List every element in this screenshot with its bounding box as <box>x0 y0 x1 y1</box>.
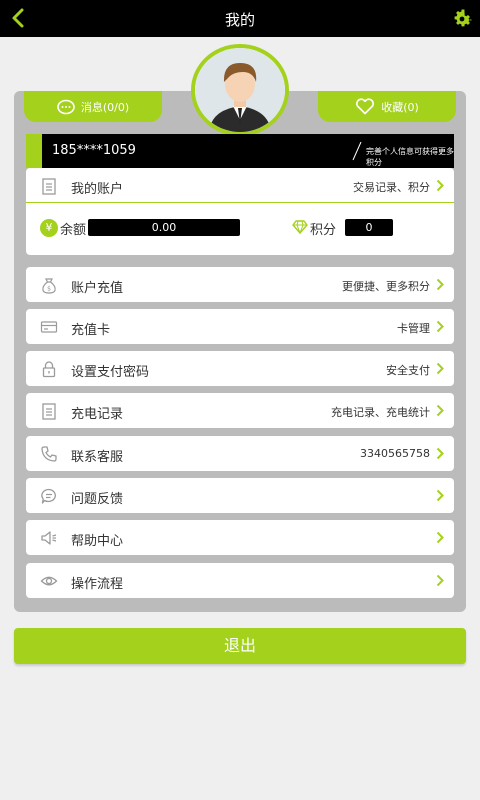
my-account-label: 我的账户 <box>71 182 124 197</box>
chat-icon <box>41 488 56 504</box>
menu-label: 充值卡 <box>71 323 111 338</box>
gear-icon[interactable] <box>450 6 474 30</box>
menu-label: 操作流程 <box>71 577 124 592</box>
money-bag-icon: $ <box>42 278 56 294</box>
menu-item-charge-records[interactable]: 充电记录 充电记录、充电统计 <box>26 393 454 428</box>
menu-label: 设置支付密码 <box>71 365 150 380</box>
account-card: 我的账户 交易记录、积分 ¥ 余额 0.00 积分 0 <box>26 168 454 255</box>
avatar[interactable] <box>191 44 289 136</box>
heart-icon <box>356 98 375 115</box>
menu-right-text: 卡管理 <box>397 322 430 335</box>
clipboard-icon <box>42 403 56 420</box>
chevron-right-icon <box>436 404 444 417</box>
chevron-right-icon <box>436 278 444 291</box>
menu-item-operation-process[interactable]: 操作流程 <box>26 563 454 598</box>
user-phone: 185****1059 <box>52 143 136 158</box>
points-label: 积分 <box>310 223 337 238</box>
chevron-right-icon <box>436 362 444 375</box>
menu-right-text: 3340565758 <box>360 447 430 460</box>
yen-icon: ¥ <box>40 219 58 237</box>
page-title: 我的 <box>224 11 255 29</box>
menu-item-customer-service[interactable]: 联系客服 3340565758 <box>26 436 454 471</box>
messages-label: 消息(0/0) <box>80 100 130 114</box>
menu-right-text: 安全支付 <box>386 364 430 377</box>
phone-icon <box>41 446 57 462</box>
diamond-icon <box>292 220 308 234</box>
lock-icon <box>42 361 56 378</box>
menu-label: 帮助中心 <box>71 534 124 549</box>
speaker-icon <box>41 531 57 545</box>
menu-item-recharge-card[interactable]: 充值卡 卡管理 <box>26 309 454 344</box>
clipboard-icon <box>42 178 56 195</box>
favorites-button[interactable]: 收藏(0) <box>318 91 456 122</box>
menu-item-recharge[interactable]: $ 账户充值 更便捷、更多积分 <box>26 267 454 302</box>
profile-hint: 完善个人信息可获得更多积分 <box>366 147 454 167</box>
menu-item-help-center[interactable]: 帮助中心 <box>26 520 454 555</box>
chevron-right-icon <box>436 531 444 544</box>
my-account-row[interactable]: 我的账户 交易记录、积分 <box>26 168 454 203</box>
balance-label: 余额 <box>60 223 87 238</box>
card-icon <box>40 321 58 333</box>
logout-button[interactable]: 退出 <box>14 628 466 664</box>
menu-label: 充电记录 <box>71 407 124 422</box>
menu-right-text: 更便捷、更多积分 <box>342 280 430 293</box>
menu-right-text: 充电记录、充电统计 <box>331 406 430 419</box>
menu-label: 问题反馈 <box>71 492 124 507</box>
points-value: 0 <box>345 219 393 236</box>
menu-item-payment-password[interactable]: 设置支付密码 安全支付 <box>26 351 454 386</box>
my-account-right: 交易记录、积分 <box>353 181 430 194</box>
menu-item-feedback[interactable]: 问题反馈 <box>26 478 454 513</box>
chevron-right-icon <box>436 447 444 460</box>
accent-strip <box>26 134 42 168</box>
chat-bubble-icon <box>57 99 75 114</box>
chevron-right-icon <box>436 574 444 587</box>
user-info-bar[interactable]: 185****1059 完善个人信息可获得更多积分 <box>26 134 454 168</box>
svg-text:$: $ <box>47 286 51 293</box>
messages-button[interactable]: 消息(0/0) <box>24 91 162 122</box>
divider-slash <box>352 141 362 161</box>
chevron-right-icon <box>436 489 444 502</box>
balance-value: 0.00 <box>88 219 240 236</box>
user-avatar-icon <box>195 48 285 132</box>
balance-section: ¥ 余额 0.00 积分 0 <box>26 203 454 251</box>
chevron-right-icon <box>436 320 444 333</box>
top-bar: 我的 <box>0 0 480 37</box>
chevron-right-icon <box>436 179 444 192</box>
menu-label: 账户充值 <box>71 281 124 296</box>
menu-label: 联系客服 <box>71 450 124 465</box>
eye-icon <box>40 576 58 586</box>
favorites-label: 收藏(0) <box>381 100 419 114</box>
